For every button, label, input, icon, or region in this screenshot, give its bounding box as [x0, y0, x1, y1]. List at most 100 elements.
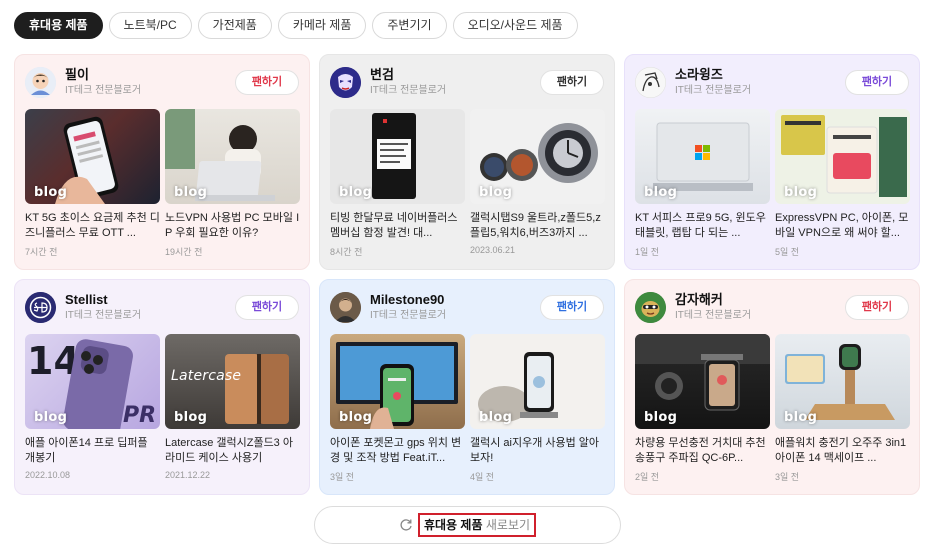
- tab-camera[interactable]: 카메라 제품: [277, 12, 367, 39]
- blogger-name[interactable]: 필이: [65, 67, 235, 82]
- post-item[interactable]: blog KT 5G 초이스 요금제 추천 디즈니플러스 무료 OTT ... …: [25, 109, 160, 258]
- post-title[interactable]: 갤럭시탭S9 울트라,z폴드5,z플립5,워치6,버즈3까지 ...: [470, 211, 605, 241]
- post-title[interactable]: 티빙 한달무료 네이버플러스 멤버십 함정 발견! 대...: [330, 211, 465, 241]
- blog-badge: blog: [479, 410, 513, 425]
- tab-peripherals[interactable]: 주변기기: [372, 12, 447, 39]
- blog-badge: blog: [339, 185, 373, 200]
- blog-badge: blog: [784, 410, 818, 425]
- refresh-more-button[interactable]: 휴대용 제품 새로보기: [314, 506, 621, 544]
- blogger-name[interactable]: 감자해커: [675, 292, 845, 307]
- blogger-card: Stellist IT테크 전문블로거 팬하기 14 PR blog 애플 아이폰…: [14, 279, 310, 495]
- post-title[interactable]: ExpressVPN PC, 아이폰, 모바일 VPN으로 왜 써야 할...: [775, 211, 910, 241]
- fan-button[interactable]: 팬하기: [845, 294, 909, 320]
- post-item[interactable]: blog 노드VPN 사용법 PC 모바일 IP 우회 필요한 이유? 19시간…: [165, 109, 300, 258]
- woman-laptop-thumbnail[interactable]: blog: [165, 109, 300, 204]
- post-date: 3일 전: [330, 472, 355, 482]
- post-title[interactable]: 노드VPN 사용법 PC 모바일 IP 우회 필요한 이유?: [165, 211, 300, 241]
- blogger-card: 필이 IT테크 전문블로거 팬하기 blog KT 5G 초이스 요금제 추천 …: [14, 54, 310, 270]
- fan-button[interactable]: 팬하기: [540, 294, 604, 320]
- fan-button[interactable]: 팬하기: [540, 69, 604, 95]
- blogger-name[interactable]: 소라윙즈: [675, 67, 845, 82]
- blog-badge: blog: [174, 410, 208, 425]
- post-item[interactable]: 14 PR blog 애플 아이폰14 프로 딥퍼플 개봉기 2022.10.08: [25, 334, 160, 480]
- post-item[interactable]: blog 갤럭시탭S9 울트라,z폴드5,z플립5,워치6,버즈3까지 ... …: [470, 109, 605, 258]
- post-item[interactable]: Latercase blog Latercase 갤럭시Z폴드3 아라미드 케이…: [165, 334, 300, 480]
- post-date: 7시간 전: [25, 247, 58, 257]
- purple-iphone-thumbnail[interactable]: 14 PR blog: [25, 334, 160, 429]
- latercase-overlay: Latercase: [171, 368, 242, 384]
- blogger-card: 변검 IT테크 전문블로거 팬하기 blog 티빙 한달무료 네이버플러스 멤버…: [319, 54, 615, 270]
- blogger-name[interactable]: Stellist: [65, 292, 235, 307]
- blogger-card: 감자해커 IT테크 전문블로거 팬하기 blog 차량용 무선충전 거치대 추천…: [624, 279, 920, 495]
- drawing-avatar-icon[interactable]: [635, 66, 666, 98]
- fan-button[interactable]: 팬하기: [235, 69, 299, 95]
- post-item[interactable]: blog 갤럭시 ai지우개 사용법 알아보자! 4일 전: [470, 334, 605, 483]
- surface-tablet-thumbnail[interactable]: blog: [635, 109, 770, 204]
- blogger-name[interactable]: 변검: [370, 67, 540, 82]
- post-date: 8시간 전: [330, 247, 363, 257]
- post-item[interactable]: blog ExpressVPN PC, 아이폰, 모바일 VPN으로 왜 써야 …: [775, 109, 910, 258]
- post-title[interactable]: KT 서피스 프로9 5G, 윈도우 태블릿, 랩탑 다 되는 ...: [635, 211, 770, 241]
- post-date: 2일 전: [635, 472, 660, 482]
- fan-button[interactable]: 팬하기: [845, 69, 909, 95]
- blog-badge: blog: [34, 410, 68, 425]
- blog-badge: blog: [34, 185, 68, 200]
- blogger-subtitle: IT테크 전문블로거: [675, 85, 752, 96]
- tab-laptop-pc[interactable]: 노트북/PC: [108, 12, 192, 39]
- mask-avatar-icon[interactable]: [330, 66, 361, 98]
- blogger-card: 소라윙즈 IT테크 전문블로거 팬하기 blog KT 서피스 프로9 5G, …: [624, 54, 920, 270]
- blogger-subtitle: IT테크 전문블로거: [65, 85, 142, 96]
- more-label-category: 휴대용 제품: [423, 518, 483, 532]
- tab-appliances[interactable]: 가전제품: [197, 12, 272, 39]
- blog-badge: blog: [339, 410, 373, 425]
- blog-badge: blog: [479, 185, 513, 200]
- blogger-grid: 필이 IT테크 전문블로거 팬하기 blog KT 5G 초이스 요금제 추천 …: [14, 54, 920, 495]
- post-date: 1일 전: [635, 247, 660, 257]
- post-date: 4일 전: [470, 472, 495, 482]
- post-item[interactable]: blog KT 서피스 프로9 5G, 윈도우 태블릿, 랩탑 다 되는 ...…: [635, 109, 770, 258]
- post-date: 5일 전: [775, 247, 800, 257]
- blog-badge: blog: [644, 185, 678, 200]
- post-item[interactable]: blog 아이폰 포켓몬고 gps 위치 변경 및 조작 방법 Feat.iT.…: [330, 334, 465, 483]
- post-title[interactable]: 차량용 무선충전 거치대 추천 송풍구 주파집 QC-6P...: [635, 436, 770, 466]
- more-label: 휴대용 제품 새로보기: [417, 513, 537, 537]
- post-title[interactable]: 갤럭시 ai지우개 사용법 알아보자!: [470, 436, 605, 466]
- post-title[interactable]: Latercase 갤럭시Z폴드3 아라미드 케이스 사용기: [165, 436, 300, 466]
- refresh-icon: [400, 519, 412, 531]
- phone-in-hand-thumbnail[interactable]: blog: [25, 109, 160, 204]
- blogger-subtitle: IT테크 전문블로거: [370, 310, 447, 321]
- post-title[interactable]: 애플워치 충전기 오주주 3in1 아이폰 14 맥세이프 ...: [775, 436, 910, 466]
- phone-stand-thumbnail[interactable]: blog: [470, 334, 605, 429]
- fan-button[interactable]: 팬하기: [235, 294, 299, 320]
- vpn-books-thumbnail[interactable]: blog: [775, 109, 910, 204]
- blogger-subtitle: IT테크 전문블로거: [370, 85, 447, 96]
- post-date: 19시간 전: [165, 247, 203, 257]
- charger-stand-thumbnail[interactable]: blog: [775, 334, 910, 429]
- tab-portable[interactable]: 휴대용 제품: [14, 12, 103, 39]
- post-title[interactable]: 애플 아이폰14 프로 딥퍼플 개봉기: [25, 436, 160, 466]
- blog-badge: blog: [174, 185, 208, 200]
- post-item[interactable]: blog 차량용 무선충전 거치대 추천 송풍구 주파집 QC-6P... 2일…: [635, 334, 770, 483]
- sd-logo-avatar-icon[interactable]: [25, 291, 56, 323]
- post-item[interactable]: blog 티빙 한달무료 네이버플러스 멤버십 함정 발견! 대... 8시간 …: [330, 109, 465, 258]
- potato-avatar-icon[interactable]: [635, 291, 666, 323]
- post-title[interactable]: KT 5G 초이스 요금제 추천 디즈니플러스 무료 OTT ...: [25, 211, 160, 241]
- blogger-card: Milestone90 IT테크 전문블로거 팬하기 blog 아이폰 포켓몬고…: [319, 279, 615, 495]
- smartwatches-thumbnail[interactable]: blog: [470, 109, 605, 204]
- post-item[interactable]: blog 애플워치 충전기 오주주 3in1 아이폰 14 맥세이프 ... 3…: [775, 334, 910, 483]
- post-title[interactable]: 아이폰 포켓몬고 gps 위치 변경 및 조작 방법 Feat.iT...: [330, 436, 465, 466]
- black-card-thumbnail[interactable]: blog: [330, 109, 465, 204]
- fold-case-thumbnail[interactable]: Latercase blog: [165, 334, 300, 429]
- post-date: 2022.10.08: [25, 470, 71, 480]
- blog-badge: blog: [784, 185, 818, 200]
- blogger-subtitle: IT테크 전문블로거: [675, 310, 752, 321]
- character-avatar-icon[interactable]: [25, 66, 56, 98]
- blogger-subtitle: IT테크 전문블로거: [65, 310, 142, 321]
- svg-text:PR: PR: [123, 403, 156, 428]
- tab-audio[interactable]: 오디오/사운드 제품: [452, 12, 578, 39]
- blogger-name[interactable]: Milestone90: [370, 292, 540, 307]
- portrait-avatar-icon[interactable]: [330, 291, 361, 323]
- iphone-map-thumbnail[interactable]: blog: [330, 334, 465, 429]
- car-mount-thumbnail[interactable]: blog: [635, 334, 770, 429]
- post-date: 2021.12.22: [165, 470, 211, 480]
